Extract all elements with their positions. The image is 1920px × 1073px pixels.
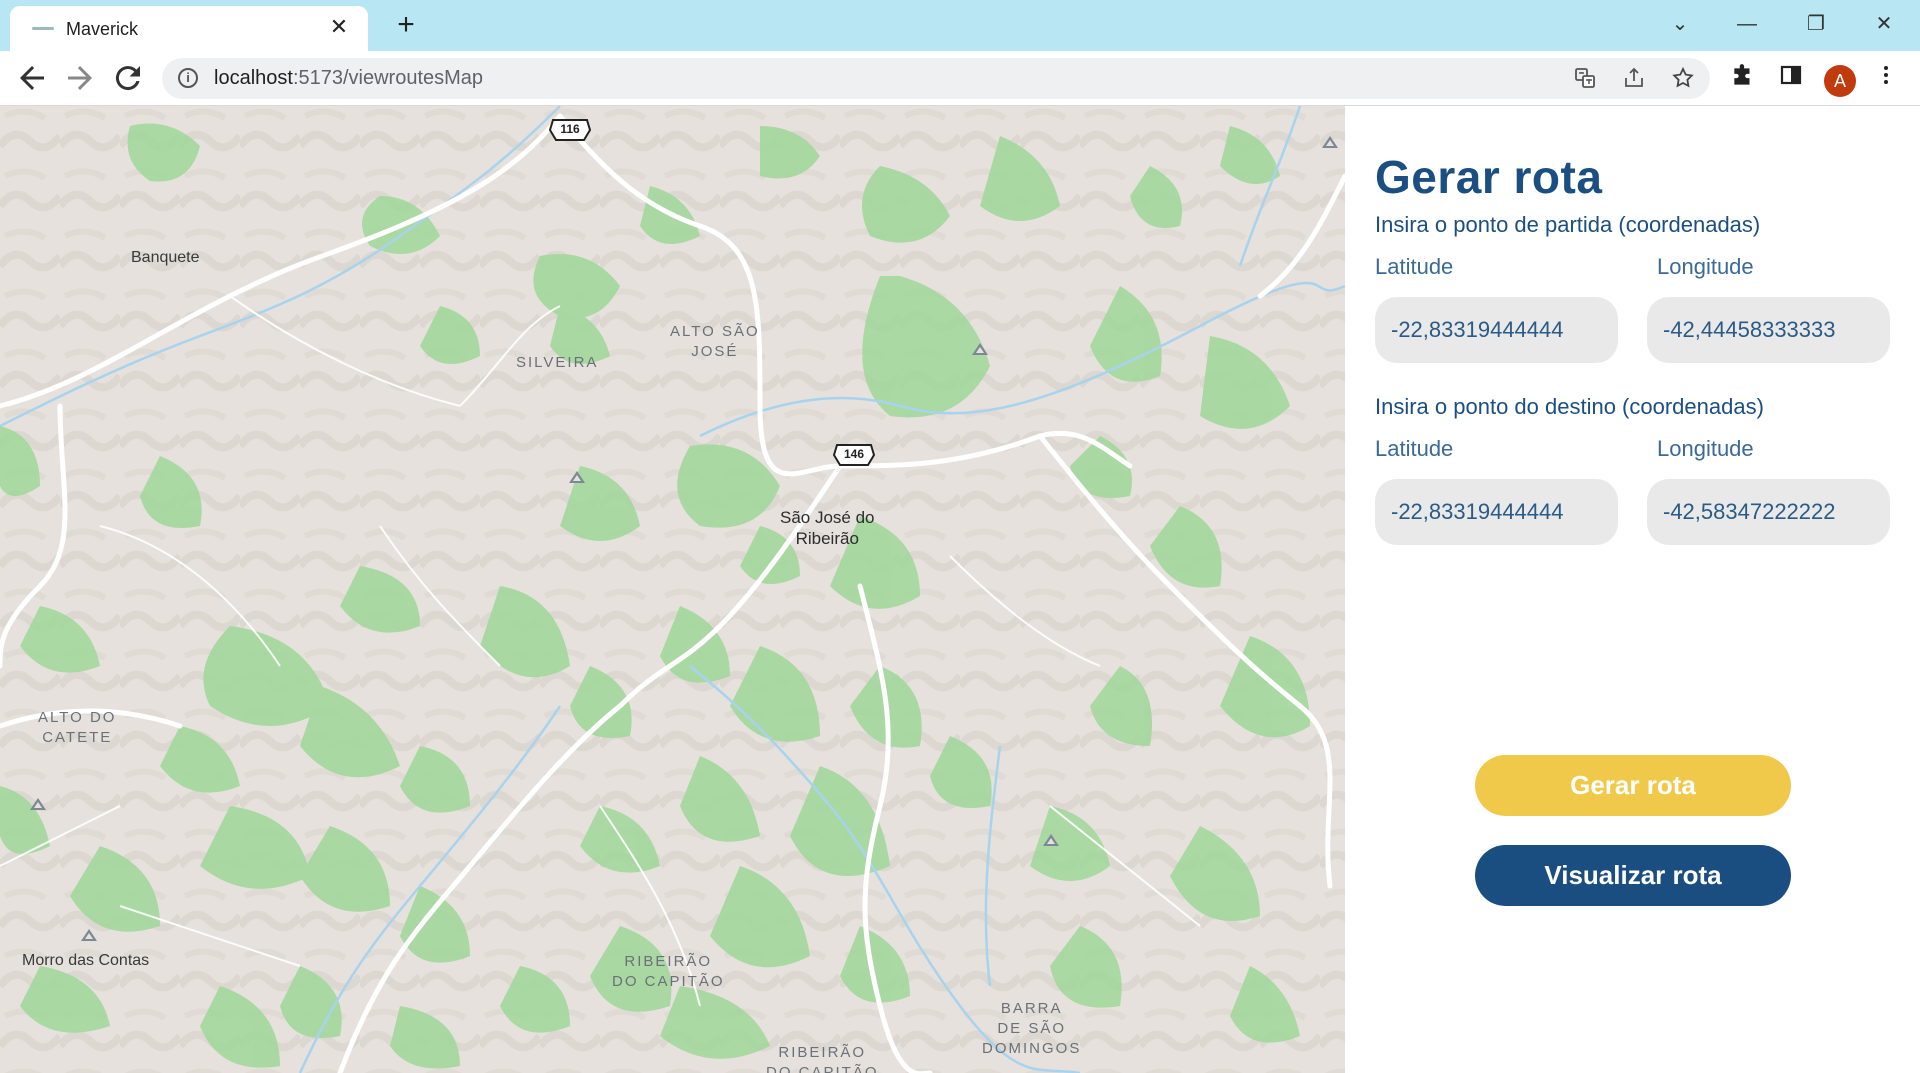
start-longitude-label: Longitude bbox=[1657, 254, 1754, 279]
peak-marker-icon bbox=[30, 798, 46, 810]
reload-icon[interactable] bbox=[110, 60, 146, 96]
map-view[interactable]: 116 146 Banquete ALTO SÃO JOSÉ SILVEIRA … bbox=[0, 106, 1345, 1073]
extensions-puzzle-icon[interactable] bbox=[1727, 63, 1759, 95]
route-panel: Gerar rota Insira o ponto de partida (co… bbox=[1345, 106, 1920, 1073]
generate-route-button[interactable]: Gerar rota bbox=[1475, 755, 1791, 816]
back-arrow-icon[interactable] bbox=[14, 60, 50, 96]
browser-tab-strip: Maverick ✕ + ⌄ — ❐ ✕ bbox=[0, 0, 1920, 51]
restore-icon[interactable]: ❐ bbox=[1796, 8, 1836, 40]
district-label-ribeirao-do-capitao: RIBEIRÃO DO CAPITÃO bbox=[612, 953, 725, 990]
translate-icon[interactable] bbox=[1572, 66, 1598, 92]
district-label-barra-de-sao-domingos: BARRA DE SÃO DOMINGOS bbox=[982, 1000, 1082, 1057]
window-close-icon[interactable]: ✕ bbox=[1864, 8, 1904, 40]
address-bar[interactable]: i localhost:5173/viewroutesMap bbox=[162, 58, 1710, 99]
tab-title: Maverick bbox=[66, 19, 139, 39]
district-label-ribeirao-do-capitao-2: RIBEIRÃO DO CAPITÃO bbox=[766, 1044, 879, 1073]
start-longitude-input[interactable] bbox=[1647, 297, 1890, 363]
forward-arrow-icon[interactable] bbox=[62, 60, 98, 96]
share-icon[interactable] bbox=[1621, 66, 1647, 92]
map-canvas bbox=[0, 106, 1345, 1073]
tab-close-icon[interactable]: ✕ bbox=[326, 14, 352, 40]
url-text: localhost:5173/viewroutesMap bbox=[214, 67, 484, 89]
peak-marker-icon bbox=[81, 929, 97, 941]
peak-marker-icon bbox=[569, 471, 585, 483]
start-section-label: Insira o ponto de partida (coordenadas) bbox=[1375, 212, 1761, 237]
new-tab-button[interactable]: + bbox=[390, 10, 422, 42]
browser-tab[interactable]: Maverick ✕ bbox=[10, 6, 368, 51]
start-latitude-input[interactable] bbox=[1375, 297, 1618, 363]
site-info-icon[interactable]: i bbox=[178, 68, 198, 88]
route-116-shield: 116 bbox=[549, 118, 591, 142]
destination-latitude-input[interactable] bbox=[1375, 479, 1618, 545]
district-label-silveira: SILVEIRA bbox=[516, 354, 599, 371]
destination-latitude-label: Latitude bbox=[1375, 436, 1454, 461]
destination-longitude-label: Longitude bbox=[1657, 436, 1754, 461]
browser-toolbar: i localhost:5173/viewroutesMap A bbox=[0, 51, 1920, 106]
district-label-alto-sao-jose: ALTO SÃO JOSÉ bbox=[670, 323, 760, 360]
peak-marker-icon bbox=[1043, 834, 1059, 846]
start-latitude-label: Latitude bbox=[1375, 254, 1454, 279]
favicon-icon bbox=[32, 27, 54, 30]
district-label-alto-do-catete: ALTO DO CATETE bbox=[38, 709, 117, 746]
bookmark-star-icon[interactable] bbox=[1670, 66, 1696, 92]
destination-section-label: Insira o ponto do destino (coordenadas) bbox=[1375, 394, 1764, 419]
place-label-morro-das-contas: Morro das Contas bbox=[22, 952, 150, 969]
route-146-shield: 146 bbox=[833, 443, 875, 467]
destination-longitude-input[interactable] bbox=[1647, 479, 1890, 545]
tab-search-icon[interactable]: ⌄ bbox=[1660, 8, 1700, 40]
peak-marker-icon bbox=[1322, 136, 1338, 148]
view-route-button[interactable]: Visualizar rota bbox=[1475, 845, 1791, 906]
peak-marker-icon bbox=[972, 343, 988, 355]
side-panel-icon[interactable] bbox=[1775, 63, 1807, 95]
town-label-sao-jose-do-ribeirao: São José do Ribeirão bbox=[780, 508, 875, 548]
minimize-icon[interactable]: — bbox=[1727, 8, 1767, 40]
place-label-banquete: Banquete bbox=[131, 249, 200, 266]
kebab-menu-icon[interactable] bbox=[1870, 63, 1902, 95]
panel-title: Gerar rota bbox=[1375, 151, 1603, 203]
profile-avatar[interactable]: A bbox=[1824, 65, 1856, 97]
